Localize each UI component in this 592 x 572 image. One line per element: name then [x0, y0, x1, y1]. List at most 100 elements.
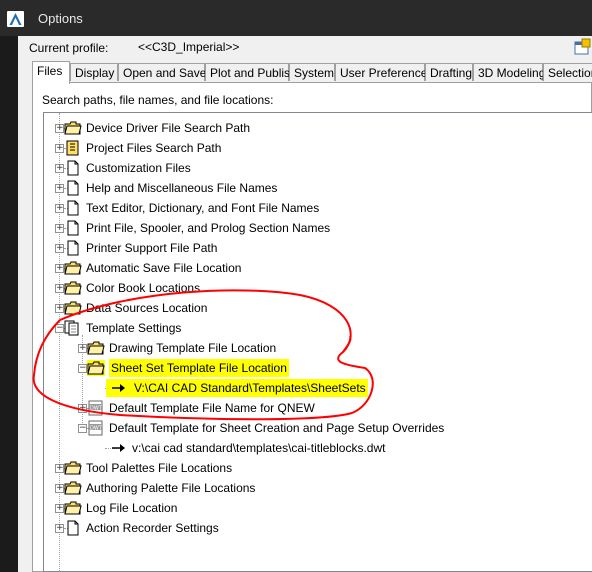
- tree-node-label: Authoring Palette File Locations: [86, 481, 256, 495]
- svg-text:DWT: DWT: [90, 406, 103, 412]
- tree-node[interactable]: + Data Sources Location: [44, 299, 592, 317]
- search-paths-label: Search paths, file names, and file locat…: [42, 93, 274, 107]
- tree-node-label: Sheet Set Template File Location: [109, 359, 289, 377]
- tree-node[interactable]: + Text Editor, Dictionary, and Font File …: [44, 199, 592, 217]
- tree-node[interactable]: + Tool Palettes File Locations: [44, 459, 592, 477]
- document-icon: [64, 200, 82, 216]
- title-bar: Options: [0, 0, 592, 36]
- expand-icon[interactable]: +: [55, 504, 64, 513]
- expand-icon[interactable]: +: [55, 244, 64, 253]
- tab-display[interactable]: Display: [70, 63, 118, 81]
- arrow-icon: [110, 380, 128, 396]
- document-icon: [64, 160, 82, 176]
- expand-icon[interactable]: +: [55, 224, 64, 233]
- expand-icon[interactable]: +: [55, 144, 64, 153]
- tree-node[interactable]: + Color Book Locations: [44, 279, 592, 297]
- expand-icon[interactable]: +: [55, 524, 64, 533]
- tab-open-and-save[interactable]: Open and Save: [118, 63, 207, 81]
- expand-icon[interactable]: +: [55, 464, 64, 473]
- tree-node[interactable]: + Customization Files: [44, 159, 592, 177]
- window-title: Options: [38, 11, 83, 26]
- document-icon: [64, 220, 82, 236]
- tree-node[interactable]: + Drawing Template File Location: [44, 339, 592, 357]
- expand-icon[interactable]: +: [55, 184, 64, 193]
- profile-drawing-icon: [573, 38, 591, 56]
- tree-node[interactable]: − DWT Default Template for Sheet Creation …: [44, 419, 592, 437]
- tab-label: Drafting: [430, 66, 473, 80]
- tab-label: Plot and Publish: [210, 66, 297, 80]
- tab-selection[interactable]: Selection: [543, 63, 592, 81]
- tree-node-label: Help and Miscellaneous File Names: [86, 181, 278, 195]
- expand-icon[interactable]: +: [55, 164, 64, 173]
- tree-node-label: Template Settings: [86, 321, 182, 335]
- tab-system[interactable]: System: [289, 63, 335, 81]
- tree-node-label: Tool Palettes File Locations: [86, 461, 233, 475]
- folder-icon: [87, 360, 105, 376]
- documents-icon: [64, 320, 82, 336]
- tab-user-preferences[interactable]: User Preferences: [335, 63, 433, 81]
- folder-icon: [64, 500, 82, 516]
- tab-label: Open and Save: [123, 66, 207, 80]
- tree-node[interactable]: + Print File, Spooler, and Prolog Section…: [44, 219, 592, 237]
- tree-node[interactable]: + Authoring Palette File Locations: [44, 479, 592, 497]
- tree-node-label: Project Files Search Path: [86, 141, 222, 155]
- tree-node-label: Color Book Locations: [86, 281, 201, 295]
- tab-files[interactable]: Files: [32, 61, 70, 84]
- options-dialog: Current profile: <<C3D_Imperial>> Files …: [18, 36, 592, 572]
- folder-icon: [64, 480, 82, 496]
- folder-icon: [64, 460, 82, 476]
- tree-node-label: V:\CAI CAD Standard\Templates\SheetSets: [132, 379, 368, 397]
- file-locations-tree[interactable]: + Device Driver File Search Path + Project …: [43, 112, 592, 572]
- folder-icon: [87, 340, 105, 356]
- expand-icon[interactable]: +: [55, 484, 64, 493]
- tab-label: Files: [37, 64, 63, 78]
- autocad-app-icon[interactable]: [7, 11, 24, 27]
- tree-node[interactable]: − Sheet Set Template File Location: [44, 359, 592, 377]
- tab-3d-modeling[interactable]: 3D Modeling: [473, 63, 546, 81]
- folder-icon: [64, 280, 82, 296]
- expand-icon[interactable]: +: [78, 344, 87, 353]
- tab-label: Selection: [548, 66, 592, 80]
- tree-node-label: v:\cai cad standard\templates\cai-titleb…: [132, 441, 386, 455]
- tab-drafting[interactable]: Drafting: [425, 63, 473, 81]
- dwt-icon: DWT: [87, 420, 105, 436]
- collapse-icon[interactable]: −: [78, 424, 87, 433]
- current-profile-value: <<C3D_Imperial>>: [138, 40, 240, 54]
- tree-node[interactable]: − Template Settings: [44, 319, 592, 337]
- expand-icon[interactable]: +: [55, 284, 64, 293]
- svg-text:DWT: DWT: [90, 426, 103, 432]
- tree-path-value[interactable]: V:\CAI CAD Standard\Templates\SheetSets: [44, 379, 592, 397]
- tab-label: Display: [75, 66, 115, 80]
- expand-icon[interactable]: +: [55, 204, 64, 213]
- collapse-icon[interactable]: −: [78, 364, 87, 373]
- tree-node-label: Log File Location: [86, 501, 178, 515]
- expand-icon[interactable]: +: [55, 264, 64, 273]
- document-icon: [64, 520, 82, 536]
- tree-node-label: Customization Files: [86, 161, 191, 175]
- document-icon: [64, 240, 82, 256]
- tree-node[interactable]: + Help and Miscellaneous File Names: [44, 179, 592, 197]
- tree-node-label: Automatic Save File Location: [86, 261, 242, 275]
- tree-node-label: Device Driver File Search Path: [86, 121, 251, 135]
- tree-path-value[interactable]: v:\cai cad standard\templates\cai-titleb…: [44, 439, 592, 457]
- collapse-icon[interactable]: −: [55, 324, 64, 333]
- expand-icon[interactable]: +: [55, 304, 64, 313]
- tab-plot-and-publish[interactable]: Plot and Publish: [205, 63, 297, 81]
- expand-icon[interactable]: +: [55, 124, 64, 133]
- tree-node[interactable]: + Log File Location: [44, 499, 592, 517]
- tree-node[interactable]: + Action Recorder Settings: [44, 519, 592, 537]
- tab-label: 3D Modeling: [478, 66, 546, 80]
- tree-node[interactable]: + Project Files Search Path: [44, 139, 592, 157]
- tree-node-label: Default Template File Name for QNEW: [109, 401, 315, 415]
- tree-node[interactable]: + Printer Support File Path: [44, 239, 592, 257]
- folder-icon: [64, 300, 82, 316]
- tree-node[interactable]: + Device Driver File Search Path: [44, 119, 592, 137]
- files-panel: Search paths, file names, and file locat…: [32, 82, 592, 572]
- tree-node[interactable]: + Automatic Save File Location: [44, 259, 592, 277]
- document-icon: [64, 180, 82, 196]
- tree-node-label: Data Sources Location: [86, 301, 208, 315]
- tab-label: User Preferences: [340, 66, 434, 80]
- expand-icon[interactable]: +: [78, 404, 87, 413]
- tree-node[interactable]: + DWT Default Template File Name for QNEW: [44, 399, 592, 417]
- tree-node-label: Action Recorder Settings: [86, 521, 219, 535]
